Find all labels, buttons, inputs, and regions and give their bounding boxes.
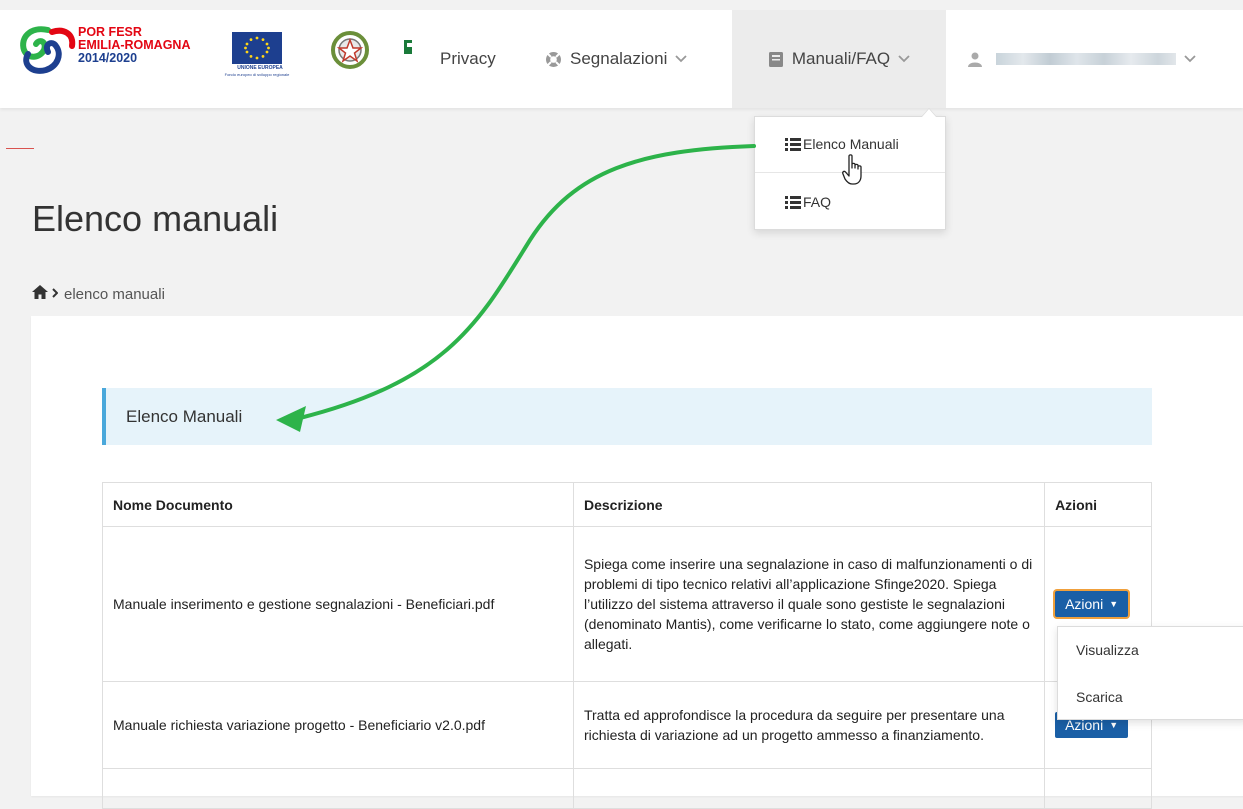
- breadcrumb-separator-icon: [52, 287, 59, 301]
- azioni-dropdown-menu: Visualizza Scarica: [1057, 626, 1243, 720]
- nav-manuali-faq[interactable]: Manuali/FAQ: [732, 10, 946, 108]
- column-header-nome-documento: Nome Documento: [102, 482, 574, 527]
- table-row: Manuale inserimento e gestione segnalazi…: [102, 526, 1152, 682]
- menu-item-visualizza[interactable]: Visualizza: [1076, 642, 1139, 658]
- italian-republic-emblem-icon: [330, 28, 370, 72]
- por-fesr-swirl-icon: [20, 26, 76, 74]
- document-name-cell: [102, 768, 574, 809]
- eu-flag-icon: [232, 32, 282, 64]
- list-icon: [785, 137, 801, 151]
- document-name-cell: Manuale richiesta variazione progetto - …: [102, 681, 574, 769]
- nav-segnalazioni-label: Segnalazioni: [570, 49, 668, 68]
- eu-logo: UNIONE EUROPEA Fondo europeo di sviluppo…: [202, 32, 292, 82]
- nav-user-menu[interactable]: [968, 10, 1196, 108]
- chevron-down-icon: [898, 55, 910, 63]
- table-row: Manuale richiesta variazione progetto - …: [102, 681, 1152, 769]
- lifebuoy-icon: [545, 51, 562, 68]
- chevron-down-icon: [675, 55, 687, 63]
- caret-down-icon: ▼: [1109, 720, 1119, 730]
- documents-table: Nome Documento Descrizione Azioni Manual…: [102, 482, 1152, 809]
- document-description-cell: Tratta ed approfondisce la procedura da …: [572, 681, 1046, 769]
- dropdown-item-label: Elenco Manuali: [803, 136, 899, 152]
- eu-logo-caption: UNIONE EUROPEA: [237, 65, 283, 71]
- dropdown-item-elenco-manuali[interactable]: Elenco Manuali: [785, 136, 899, 152]
- book-icon: [768, 51, 784, 68]
- document-description-cell: Spiega come inserire una segnalazione in…: [572, 526, 1046, 682]
- user-name-redacted: [996, 53, 1176, 65]
- dropdown-item-label: FAQ: [803, 194, 832, 210]
- document-name-cell: Manuale inserimento e gestione segnalazi…: [102, 526, 574, 682]
- por-fesr-logo[interactable]: POR FESR EMILIA-ROMAGNA 2014/2020: [18, 24, 193, 74]
- column-header-descrizione: Descrizione: [572, 482, 1046, 527]
- dropdown-caret-fill: [922, 109, 936, 117]
- nav-privacy[interactable]: Privacy: [440, 10, 496, 108]
- red-marker-line: [6, 148, 34, 149]
- nav-privacy-label: Privacy: [440, 49, 496, 68]
- nav-manuali-label: Manuali/FAQ: [791, 49, 891, 68]
- home-icon[interactable]: [32, 285, 48, 303]
- dropdown-item-faq[interactable]: FAQ: [785, 194, 831, 210]
- breadcrumb-current: elenco manuali: [64, 285, 165, 303]
- nav-segnalazioni[interactable]: Segnalazioni: [545, 10, 687, 108]
- top-navbar: POR FESR EMILIA-ROMAGNA 2014/2020 UNIONE…: [0, 10, 1243, 108]
- page-title: Elenco manuali: [32, 198, 279, 239]
- chevron-down-icon: [1184, 55, 1196, 63]
- breadcrumb: elenco manuali: [32, 285, 165, 303]
- panel-heading: Elenco Manuali: [102, 388, 1152, 445]
- menu-item-scarica[interactable]: Scarica: [1076, 689, 1123, 705]
- azioni-button-label: Azioni: [1065, 596, 1104, 612]
- logo-line-3: 2014/2020: [78, 51, 138, 65]
- table-row: [102, 768, 1152, 809]
- azioni-button[interactable]: Azioni ▼: [1055, 591, 1129, 617]
- caret-down-icon: ▼: [1109, 599, 1119, 609]
- table-header-row: Nome Documento Descrizione Azioni: [102, 482, 1152, 527]
- column-header-azioni: Azioni: [1044, 482, 1152, 527]
- actions-cell: [1044, 768, 1152, 809]
- hand-pointer-cursor-icon: [842, 154, 864, 186]
- panel-heading-label: Elenco Manuali: [126, 407, 243, 426]
- eu-logo-subcaption: Fondo europeo di sviluppo regionale: [224, 72, 290, 77]
- list-icon: [785, 195, 801, 209]
- green-logo-fragment-icon: [404, 40, 414, 54]
- document-description-cell: [572, 768, 1046, 809]
- por-fesr-logo-text: POR FESR EMILIA-ROMAGNA 2014/2020: [78, 26, 191, 65]
- user-icon: [968, 52, 982, 67]
